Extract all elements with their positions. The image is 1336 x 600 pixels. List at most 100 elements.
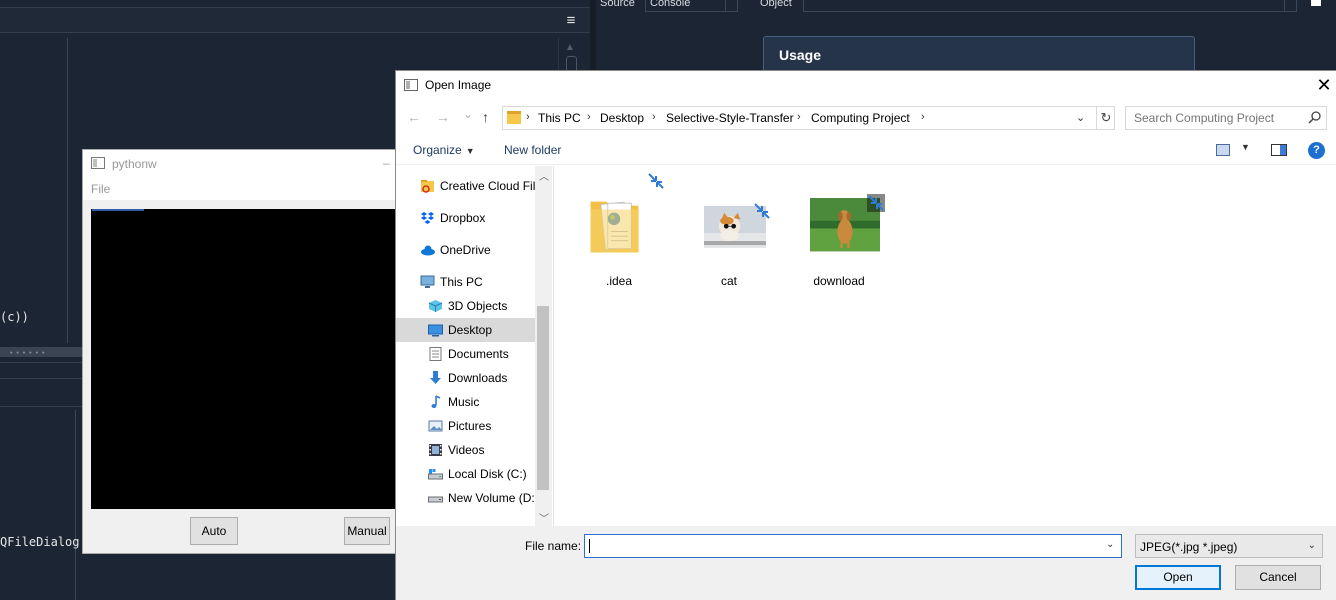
breadcrumb-this-pc[interactable]: This PC [538, 111, 581, 125]
preview-pane-icon[interactable] [1271, 144, 1287, 156]
nav-item-label: Dropbox [440, 211, 486, 225]
console-gutter-divider [75, 410, 76, 600]
chevron-down-icon[interactable]: ⌄ [1076, 111, 1085, 124]
nav-item-label: Music [448, 395, 480, 409]
pythonw-title-bar[interactable]: pythonw – [83, 150, 411, 178]
breadcrumb-desktop[interactable]: Desktop [600, 111, 644, 125]
search-icon[interactable] [1307, 110, 1323, 126]
object-select[interactable] [803, 0, 1297, 12]
pythonw-title: pythonw [112, 157, 157, 171]
file-name: cat [720, 274, 737, 288]
document-icon [429, 347, 442, 361]
source-select[interactable]: Console [645, 0, 738, 12]
chevron-down-icon[interactable]: ⌄ [1308, 540, 1316, 551]
nav-item-local-disk-c[interactable]: Local Disk (C:) [396, 462, 535, 486]
nav-item-label: Pictures [448, 419, 492, 433]
cancel-button[interactable]: Cancel [1235, 565, 1321, 590]
file-name: .idea [605, 274, 633, 288]
window-icon [91, 157, 105, 169]
recent-locations-icon[interactable]: ⌄ [463, 107, 473, 121]
help-icon[interactable]: ? [1308, 142, 1325, 159]
view-options-icon[interactable] [1216, 144, 1230, 156]
dropdown-arrow-icon[interactable] [725, 0, 737, 11]
refresh-icon[interactable]: ↻ [1096, 107, 1115, 129]
manual-button[interactable]: Manual [344, 517, 390, 545]
nav-item-label: Desktop [448, 323, 493, 337]
scroll-up-icon[interactable]: ︿ [539, 168, 549, 183]
back-arrow-icon[interactable]: ← [407, 109, 421, 125]
navigation-pane: Creative Cloud Fil Dropbox OneDrive This… [396, 166, 535, 526]
organize-button[interactable]: Organize ▼ [413, 143, 475, 157]
chevron-right-icon[interactable]: › [797, 111, 801, 123]
panel-splitter[interactable]: • • • • • • [0, 347, 82, 357]
open-button[interactable]: Open [1135, 565, 1221, 590]
source-label: Source [600, 0, 635, 9]
creative-cloud-icon [421, 180, 434, 193]
scroll-down-icon[interactable]: ﹀ [539, 510, 549, 525]
file-name-input[interactable] [585, 535, 1095, 557]
nav-item-downloads[interactable]: Downloads [396, 366, 535, 390]
sync-pending-icon [648, 173, 664, 189]
nav-item-videos[interactable]: Videos [396, 438, 535, 462]
nav-item-music[interactable]: Music [396, 390, 535, 414]
nav-item-onedrive[interactable]: OneDrive [396, 238, 535, 262]
sync-pending-icon [754, 203, 770, 219]
nav-item-dropbox[interactable]: Dropbox [396, 206, 535, 230]
hamburger-icon[interactable]: ≡ [562, 12, 580, 30]
download-arrow-icon [430, 371, 441, 384]
nav-item-documents[interactable]: Documents [396, 342, 535, 366]
text-caret [589, 539, 590, 553]
file-item-idea[interactable]: .idea [569, 173, 669, 288]
up-arrow-icon[interactable]: ↑ [482, 109, 489, 125]
nav-item-label: 3D Objects [448, 299, 508, 313]
nav-item-3d-objects[interactable]: 3D Objects [396, 294, 535, 318]
nav-item-label: Videos [448, 443, 485, 457]
drive-icon [428, 496, 443, 503]
file-item-cat[interactable]: cat [679, 176, 779, 288]
nav-item-desktop[interactable]: Desktop [396, 318, 535, 342]
forward-arrow-icon[interactable]: → [436, 109, 450, 125]
ide-top-strip [0, 0, 590, 8]
address-bar[interactable]: › This PC › Desktop › Selective-Style-Tr… [502, 106, 1115, 130]
caret-down-icon: ▼ [465, 146, 475, 156]
file-type-select[interactable]: JPEG(*.jpg *.jpeg) ⌄ [1135, 534, 1323, 558]
nav-item-creative-cloud[interactable]: Creative Cloud Fil [396, 174, 535, 198]
minimize-button[interactable]: – [383, 156, 390, 170]
breadcrumb-computing-project[interactable]: Computing Project [811, 111, 910, 125]
music-note-icon [431, 395, 441, 408]
window-icon [404, 79, 418, 91]
computer-icon [420, 275, 435, 288]
search-box[interactable] [1125, 106, 1327, 130]
new-folder-button[interactable]: New folder [504, 143, 561, 157]
chevron-down-icon[interactable]: ⌄ [1106, 539, 1114, 550]
nav-item-new-volume-d[interactable]: New Volume (D: [396, 486, 535, 510]
chevron-right-icon[interactable]: › [587, 111, 591, 123]
close-icon[interactable]: ✕ [1314, 74, 1334, 96]
nav-item-this-pc[interactable]: This PC [396, 270, 535, 294]
source-select-value: Console [650, 0, 691, 9]
menu-file[interactable]: File [91, 182, 110, 196]
canvas-line [92, 209, 144, 211]
lock-checkbox[interactable] [1311, 0, 1321, 6]
caret-down-icon[interactable]: ▼ [1241, 142, 1250, 152]
chevron-right-icon[interactable]: › [652, 111, 656, 123]
dialog-title-bar[interactable]: Open Image ✕ [396, 71, 1336, 101]
onedrive-icon [421, 245, 435, 256]
desktop-icon [428, 324, 443, 337]
search-input[interactable] [1126, 107, 1306, 129]
file-name-field[interactable]: ⌄ [584, 534, 1122, 558]
pythonw-menu-bar: File [83, 178, 411, 200]
scroll-thumb[interactable] [537, 306, 549, 490]
nav-item-pictures[interactable]: Pictures [396, 414, 535, 438]
open-image-dialog: Open Image ✕ ← → ⌄ ↑ › This PC › Desktop… [395, 70, 1336, 600]
film-icon [429, 444, 442, 456]
scroll-up-icon[interactable]: ▲ [565, 42, 575, 53]
nav-pane-scrollbar[interactable]: ︿ ﹀ [535, 166, 552, 526]
dropdown-arrow-icon[interactable] [1284, 0, 1296, 11]
chevron-right-icon[interactable]: › [526, 111, 530, 123]
file-item-download[interactable]: download [789, 176, 889, 288]
chevron-right-icon[interactable]: › [921, 111, 925, 123]
breadcrumb-project[interactable]: Selective-Style-Transfer [666, 111, 794, 125]
auto-button[interactable]: Auto [190, 517, 238, 545]
usage-title: Usage [779, 47, 822, 63]
